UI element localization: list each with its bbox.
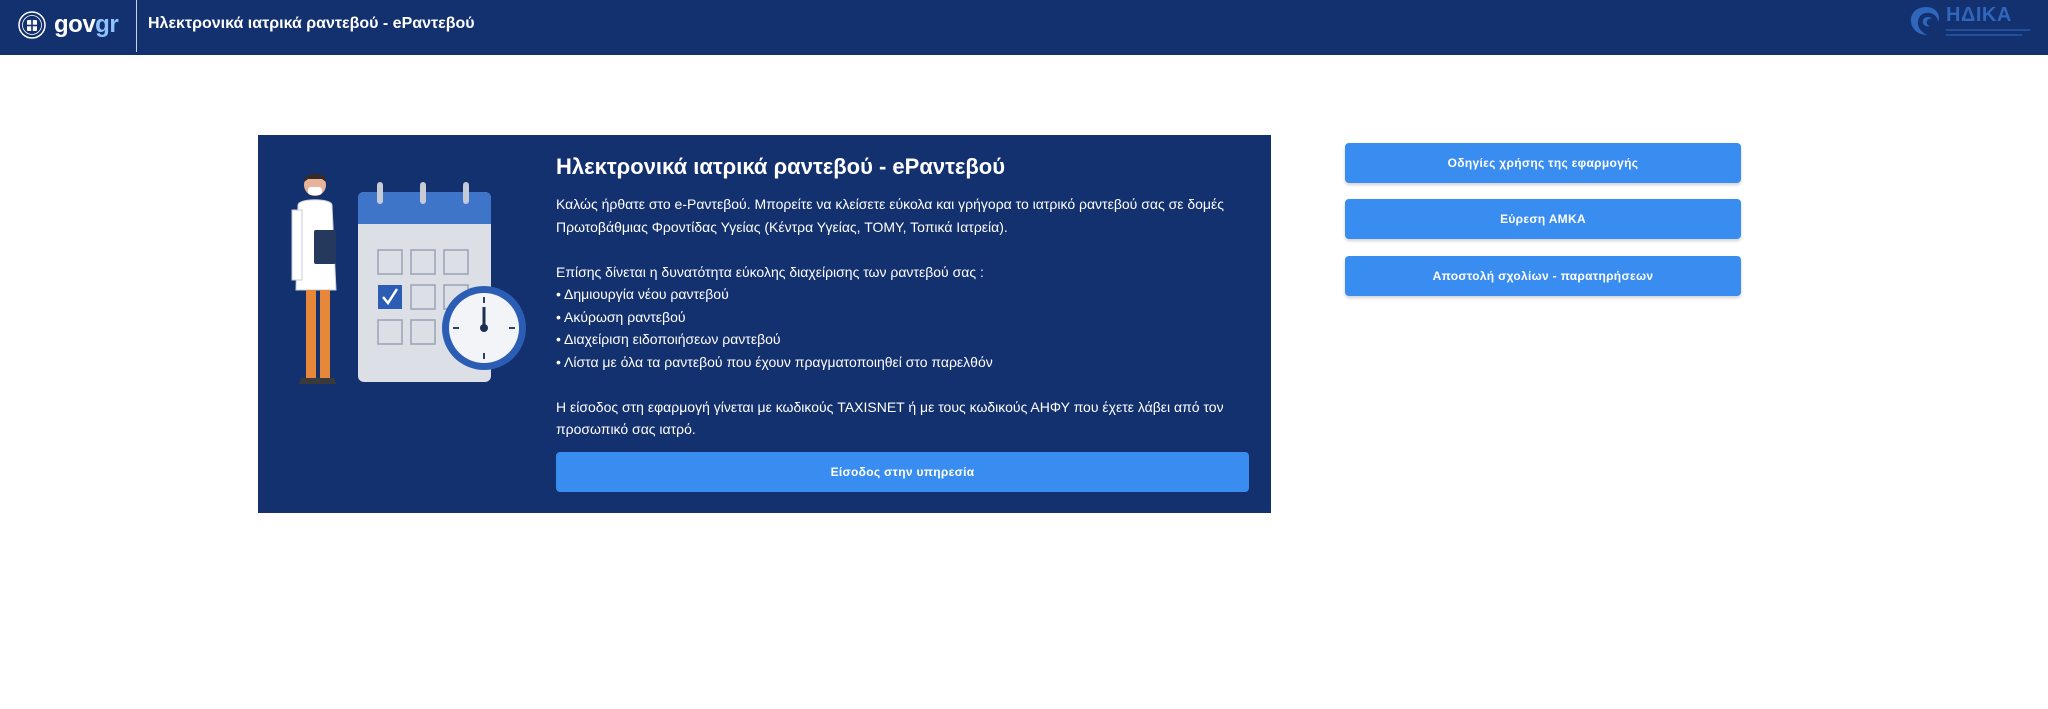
feature-item: • Λίστα με όλα τα ραντεβού που έχουν πρα… (556, 353, 993, 370)
card-title: Ηλεκτρονικά ιατρικά ραντεβού - eΡαντεβού (556, 154, 1006, 179)
idika-swirl-icon (1910, 7, 1939, 35)
intro-paragraph: Καλώς ήρθατε στο e-Ραντεβού. Μπορείτε να… (556, 196, 1224, 235)
greek-emblem-icon (18, 11, 46, 39)
feature-item: • Δημιουργία νέου ραντεβού (556, 286, 729, 302)
idika-logo[interactable]: ΗΔΙΚΑ (1908, 4, 2034, 44)
govgr-wordmark: govgr (54, 10, 119, 40)
find-amka-button[interactable]: Εύρεση ΑΜΚΑ (1345, 199, 1741, 239)
intro-text-block: Καλώς ήρθατε στο e-Ραντεβού. Μπορείτε να… (556, 193, 1256, 441)
idika-subtitle-line (1946, 34, 2022, 36)
login-note: Η είσοδος στη εφαρμογή γίνεται με κωδικο… (556, 398, 1224, 438)
enter-service-button[interactable]: Είσοδος στην υπηρεσία (556, 452, 1249, 492)
features-intro: Επίσης δίνεται η δυνατότητα εύκολης διαχ… (556, 263, 984, 280)
idika-subtitle-line (1946, 29, 2030, 31)
header-divider (136, 0, 137, 52)
header-title[interactable]: Ηλεκτρονικά ιατρικά ραντεβού - eΡαντεβού (148, 14, 475, 34)
feature-item: • Διαχείριση ειδοποιήσεων ραντεβού (556, 331, 781, 347)
govgr-wordmark-gr: gr (95, 11, 119, 38)
idika-text: ΗΔΙΚΑ (1946, 4, 2030, 36)
idika-name: ΗΔΙΚΑ (1946, 4, 2012, 26)
feature-item: • Ακύρωση ραντεβού (556, 308, 686, 325)
intro-content: Ηλεκτρονικά ιατρικά ραντεβού - eΡαντεβού… (556, 153, 1256, 441)
top-header: govgr Ηλεκτρονικά ιατρικά ραντεβού - eΡα… (0, 0, 2048, 55)
send-feedback-button[interactable]: Αποστολή σχολίων - παρατηρήσεων (1345, 256, 1741, 296)
intro-card: Ηλεκτρονικά ιατρικά ραντεβού - eΡαντεβού… (258, 135, 1271, 513)
doctor-calendar-clock-illustration (291, 173, 526, 384)
govgr-wordmark-gov: gov (54, 11, 96, 38)
user-guide-button[interactable]: Οδηγίες χρήσης της εφαρμογής (1345, 143, 1741, 183)
govgr-logo[interactable]: govgr (18, 10, 119, 40)
